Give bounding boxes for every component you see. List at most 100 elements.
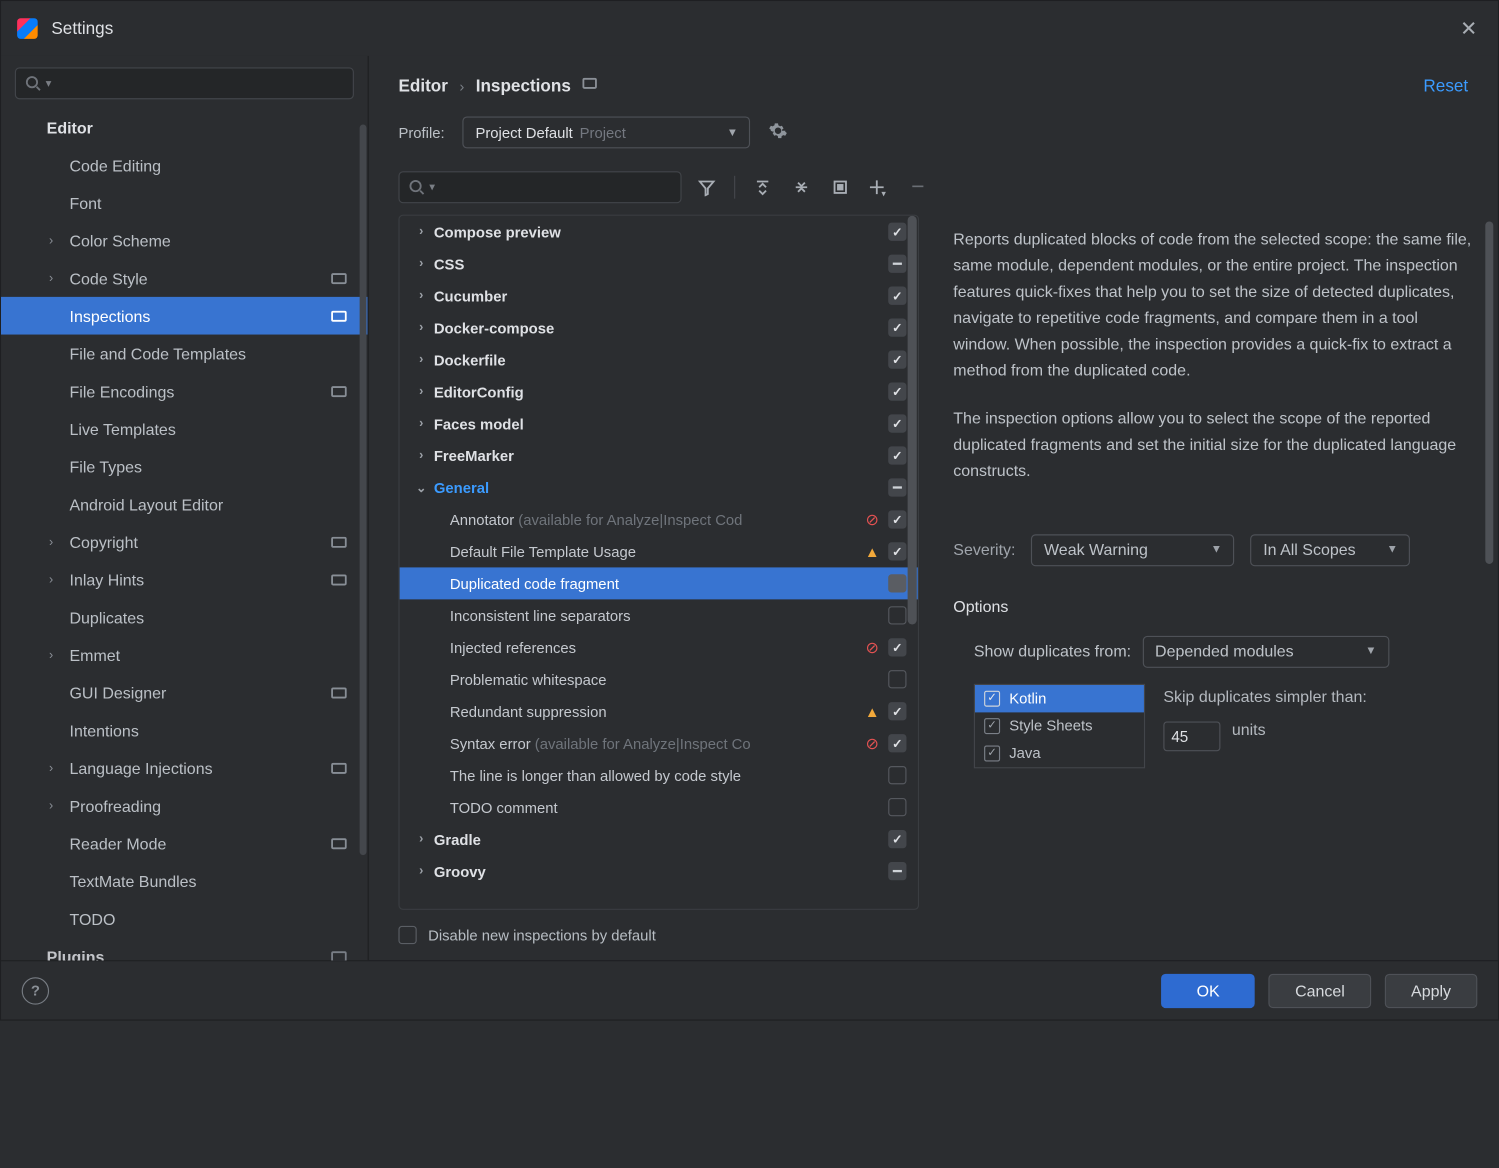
inspection-row[interactable]: ›Dockerfile <box>400 344 918 376</box>
inspection-toolbar: ▾ ▾ − <box>369 158 1498 215</box>
sidebar-group-plugins[interactable]: Plugins <box>1 937 367 960</box>
breadcrumb-root: Editor <box>398 76 447 95</box>
disable-new-checkbox[interactable] <box>398 926 416 944</box>
inspection-row[interactable]: Duplicated code fragment <box>400 567 918 599</box>
inspection-checkbox[interactable] <box>888 446 906 464</box>
inspection-row[interactable]: The line is longer than allowed by code … <box>400 759 918 791</box>
filter-button[interactable] <box>693 174 720 201</box>
inspection-row[interactable]: ›EditorConfig <box>400 376 918 408</box>
sidebar-item[interactable]: ›Inlay Hints <box>1 561 367 599</box>
profile-combo[interactable]: Project Default Project ▼ <box>463 116 751 148</box>
sidebar-item[interactable]: ›Code Style <box>1 259 367 297</box>
close-button[interactable]: ✕ <box>1456 12 1482 45</box>
inspection-checkbox[interactable] <box>888 574 906 592</box>
inspection-row[interactable]: Annotator (available for Analyze|Inspect… <box>400 503 918 535</box>
sidebar-item[interactable]: File Encodings <box>1 372 367 410</box>
reset-link[interactable]: Reset <box>1423 76 1468 95</box>
inspection-row[interactable]: Injected references⊘ <box>400 631 918 663</box>
sidebar-scrollbar[interactable] <box>358 124 367 960</box>
language-item[interactable]: Kotlin <box>975 685 1144 712</box>
detail-scrollbar[interactable] <box>1485 221 1493 563</box>
inspection-row[interactable]: ›CSS <box>400 248 918 280</box>
sidebar-item[interactable]: File and Code Templates <box>1 335 367 373</box>
severity-label: Severity: <box>953 537 1015 563</box>
inspection-checkbox[interactable] <box>888 287 906 305</box>
language-item[interactable]: Style Sheets <box>975 712 1144 739</box>
main-panel: Editor › Inspections Reset Profile: Proj… <box>369 56 1498 960</box>
sidebar-item[interactable]: Live Templates <box>1 410 367 448</box>
sidebar-item[interactable]: Code Editing <box>1 146 367 184</box>
sidebar-item[interactable]: Font <box>1 184 367 222</box>
severity-combo[interactable]: Weak Warning▼ <box>1031 534 1234 566</box>
show-duplicates-combo[interactable]: Depended modules▼ <box>1142 636 1389 668</box>
inspection-checkbox[interactable] <box>888 542 906 560</box>
inspection-row[interactable]: ›FreeMarker <box>400 440 918 472</box>
inspection-checkbox[interactable] <box>888 255 906 273</box>
inspection-row[interactable]: Redundant suppression▲ <box>400 695 918 727</box>
sidebar-item[interactable]: Reader Mode <box>1 824 367 862</box>
inspection-row[interactable]: ›Compose preview <box>400 216 918 248</box>
help-button[interactable]: ? <box>22 977 49 1004</box>
apply-button[interactable]: Apply <box>1385 973 1478 1007</box>
inspection-checkbox[interactable] <box>888 862 906 880</box>
expand-all-button[interactable] <box>749 174 776 201</box>
inspection-row[interactable]: Syntax error (available for Analyze|Insp… <box>400 727 918 759</box>
sidebar-item[interactable]: ›Emmet <box>1 636 367 674</box>
sidebar-item[interactable]: GUI Designer <box>1 674 367 712</box>
settings-window: Settings ✕ ▾ Editor Code EditingFont›Col… <box>0 0 1499 1021</box>
language-list[interactable]: KotlinStyle SheetsJava <box>974 684 1145 768</box>
inspection-checkbox[interactable] <box>888 766 906 784</box>
inspection-checkbox[interactable] <box>888 319 906 337</box>
inspection-checkbox[interactable] <box>888 702 906 720</box>
sidebar-item[interactable]: File Types <box>1 448 367 486</box>
sidebar-item[interactable]: Duplicates <box>1 598 367 636</box>
sidebar-item[interactable]: ›Color Scheme <box>1 221 367 259</box>
inspection-detail: Reports duplicated blocks of code from t… <box>919 215 1498 910</box>
scope-combo[interactable]: In All Scopes▼ <box>1251 534 1411 566</box>
inspection-checkbox[interactable] <box>888 734 906 752</box>
inspection-checkbox[interactable] <box>888 830 906 848</box>
sidebar-search-input[interactable]: ▾ <box>15 67 354 99</box>
inspection-row[interactable]: ⌄General <box>400 472 918 504</box>
reset-defaults-button[interactable] <box>827 174 854 201</box>
inspection-checkbox[interactable] <box>888 350 906 368</box>
inspection-checkbox[interactable] <box>888 414 906 432</box>
skip-value-field[interactable] <box>1163 722 1220 752</box>
inspection-row[interactable]: TODO comment <box>400 791 918 823</box>
inspection-checkbox[interactable] <box>888 223 906 241</box>
sidebar-item[interactable]: Intentions <box>1 711 367 749</box>
sidebar-item[interactable]: Inspections <box>1 297 367 335</box>
profile-settings-button[interactable] <box>769 121 788 144</box>
collapse-all-button[interactable] <box>788 174 815 201</box>
inspection-checkbox[interactable] <box>888 478 906 496</box>
inspection-row[interactable]: ›Faces model <box>400 408 918 440</box>
inspection-row[interactable]: ›Docker-compose <box>400 312 918 344</box>
inspection-row[interactable]: Default File Template Usage▲ <box>400 535 918 567</box>
sidebar-item[interactable]: ›Copyright <box>1 523 367 561</box>
inspection-checkbox[interactable] <box>888 606 906 624</box>
inspection-checkbox[interactable] <box>888 798 906 816</box>
add-button[interactable]: ▾ <box>865 174 892 201</box>
sidebar-item[interactable]: TextMate Bundles <box>1 862 367 900</box>
inspection-search-input[interactable]: ▾ <box>398 171 681 203</box>
inspection-row[interactable]: ›Gradle <box>400 823 918 855</box>
inspection-scrollbar[interactable] <box>906 216 917 909</box>
inspection-row[interactable]: Problematic whitespace <box>400 663 918 695</box>
inspection-row[interactable]: ›Cucumber <box>400 280 918 312</box>
sidebar-group-editor[interactable]: Editor <box>1 108 367 146</box>
language-item[interactable]: Java <box>975 740 1144 767</box>
inspection-checkbox[interactable] <box>888 510 906 528</box>
inspection-row[interactable]: ›Groovy <box>400 855 918 887</box>
inspection-checkbox[interactable] <box>888 638 906 656</box>
sidebar-item[interactable]: Android Layout Editor <box>1 485 367 523</box>
inspection-checkbox[interactable] <box>888 670 906 688</box>
ok-button[interactable]: OK <box>1161 973 1255 1007</box>
sidebar-tree: Editor Code EditingFont›Color Scheme›Cod… <box>1 108 367 960</box>
inspection-checkbox[interactable] <box>888 382 906 400</box>
cancel-button[interactable]: Cancel <box>1269 973 1371 1007</box>
sidebar-item[interactable]: ›Language Injections <box>1 749 367 787</box>
inspection-row[interactable]: Inconsistent line separators <box>400 599 918 631</box>
breadcrumb: Editor › Inspections Reset <box>369 56 1498 101</box>
sidebar-item[interactable]: TODO <box>1 900 367 938</box>
sidebar-item[interactable]: ›Proofreading <box>1 787 367 825</box>
